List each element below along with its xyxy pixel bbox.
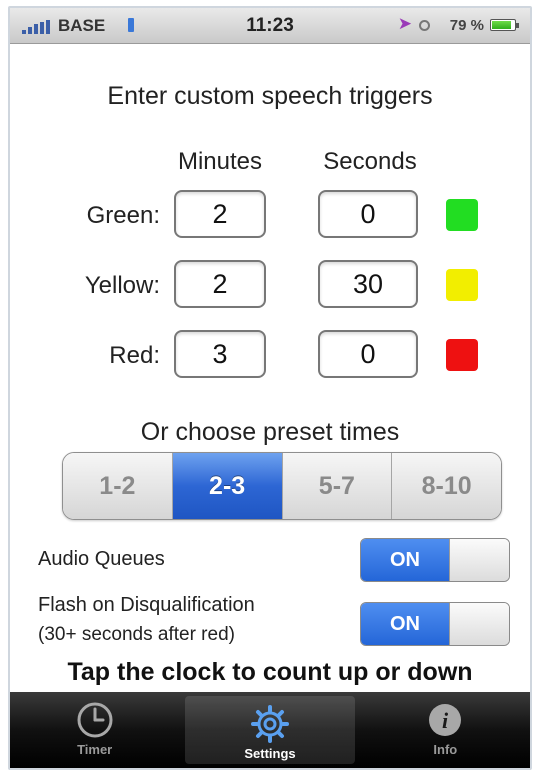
red-seconds-field[interactable]: 0 (318, 330, 418, 378)
toggle-knob (449, 603, 509, 645)
green-row-label: Green: (86, 202, 160, 229)
seconds-column-header: Seconds (323, 148, 417, 175)
tab-timer[interactable]: Timer (10, 692, 179, 768)
tab-settings[interactable]: Settings (185, 696, 355, 764)
clock-icon (75, 700, 115, 740)
gear-icon (250, 704, 290, 744)
battery-percentage: 79 % (449, 17, 484, 34)
tab-info-label: Info (433, 742, 458, 757)
red-minutes-field[interactable]: 3 (174, 330, 266, 378)
flash-disqualification-sublabel: (30+ seconds after red) (38, 624, 235, 645)
clock-hint-text: Tap the clock to count up or down (67, 658, 473, 686)
minutes-column-header: Minutes (177, 148, 263, 175)
page-heading: Enter custom speech triggers (107, 82, 433, 110)
status-bar: BASE 11:23 ➤ 79 % (10, 8, 530, 44)
green-minutes-field[interactable]: 2 (174, 190, 266, 238)
preset-times-control: 1-2 2-3 5-7 8-10 (62, 452, 502, 520)
audio-queues-label: Audio Queues (38, 548, 165, 570)
red-color-swatch (446, 339, 478, 371)
tab-bar: Timer Settings i Info (10, 692, 530, 768)
flash-disqualification-toggle-state: ON (361, 603, 449, 645)
preset-option-1-2[interactable]: 1-2 (63, 453, 173, 519)
flash-disqualification-toggle[interactable]: ON (360, 602, 510, 646)
preset-heading: Or choose preset times (140, 418, 400, 446)
audio-queues-toggle[interactable]: ON (360, 538, 510, 582)
tab-settings-label: Settings (244, 746, 296, 761)
phone-screen: BASE 11:23 ➤ 79 % Enter custom speech tr… (8, 6, 532, 770)
preset-option-8-10[interactable]: 8-10 (392, 453, 501, 519)
red-row-label: Red: (109, 342, 160, 369)
green-seconds-field[interactable]: 0 (318, 190, 418, 238)
preset-option-5-7[interactable]: 5-7 (282, 453, 393, 519)
preset-option-2-3[interactable]: 2-3 (172, 453, 283, 519)
alarm-icon (419, 20, 430, 31)
toggle-knob (449, 539, 509, 581)
info-icon: i (425, 700, 465, 740)
tab-timer-label: Timer (77, 742, 113, 757)
svg-text:i: i (442, 708, 449, 733)
location-arrow-icon: ➤ (397, 14, 412, 33)
yellow-row-label: Yellow: (84, 272, 160, 299)
flash-disqualification-label: Flash on Disqualification (38, 594, 255, 616)
tab-info[interactable]: i Info (361, 692, 530, 768)
green-color-swatch (446, 199, 478, 231)
yellow-minutes-field[interactable]: 2 (174, 260, 266, 308)
battery-icon (490, 19, 519, 31)
yellow-color-swatch (446, 269, 478, 301)
yellow-seconds-field[interactable]: 30 (318, 260, 418, 308)
audio-queues-toggle-state: ON (361, 539, 449, 581)
